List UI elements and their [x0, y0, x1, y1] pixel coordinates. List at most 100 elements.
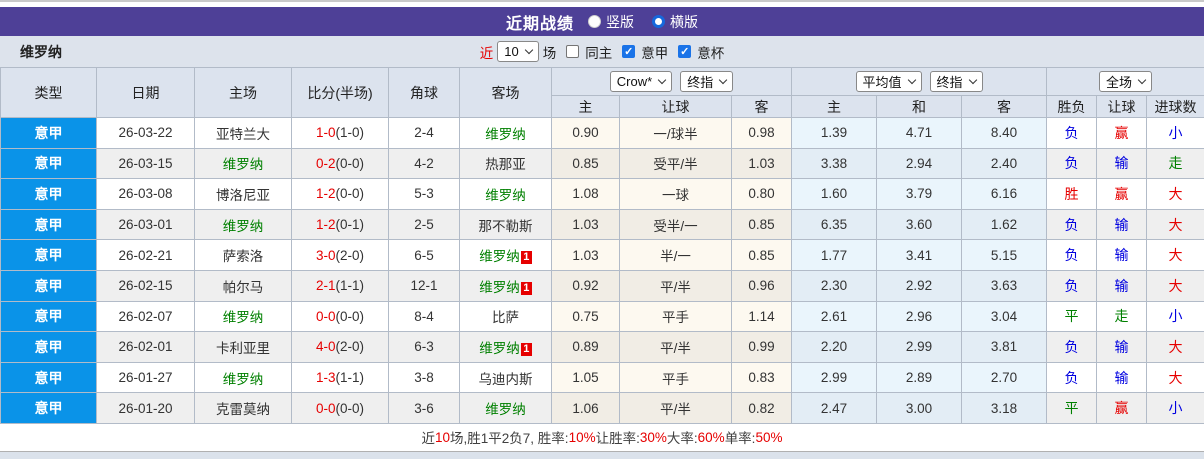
- avg-away-cell: 3.04: [962, 301, 1047, 332]
- away-odds-cell: 0.82: [732, 393, 792, 424]
- avg-draw-cell: 3.41: [877, 240, 962, 271]
- score-cell: 3-0(2-0): [292, 240, 389, 271]
- corner-cell: 6-3: [389, 332, 460, 363]
- radio-vertical-label: 竖版: [606, 12, 634, 32]
- handicap-cell: 一球: [620, 179, 732, 210]
- date-cell: 26-02-07: [97, 301, 195, 332]
- corner-cell: 2-5: [389, 209, 460, 240]
- away-odds-cell: 0.85: [732, 240, 792, 271]
- checkbox-italy-cup[interactable]: [678, 45, 691, 58]
- home-team-cell: 维罗纳: [195, 362, 292, 393]
- goals-result-cell: 大: [1147, 332, 1204, 363]
- away-team-cell: 比萨: [460, 301, 552, 332]
- scope-select[interactable]: 全场: [1099, 71, 1152, 92]
- result-cell: 负: [1047, 270, 1097, 301]
- corner-cell: 2-4: [389, 118, 460, 149]
- checkbox-serie-a[interactable]: [622, 45, 635, 58]
- radio-checked-icon[interactable]: [652, 15, 665, 28]
- date-cell: 26-03-15: [97, 148, 195, 179]
- header-corner: 角球: [389, 68, 460, 118]
- away-team-cell: 维罗纳: [460, 393, 552, 424]
- subheader-home-odds: 主: [552, 96, 620, 118]
- avg-draw-cell: 3.60: [877, 209, 962, 240]
- goals-result-cell: 小: [1147, 118, 1204, 149]
- checkbox-italy-cup-label: 意杯: [697, 42, 724, 62]
- radio-vertical-layout[interactable]: 竖版: [588, 12, 634, 32]
- corner-cell: 12-1: [389, 270, 460, 301]
- filters: 近 10 场 同主 意甲 意杯: [480, 41, 724, 62]
- score-cell: 0-0(0-0): [292, 301, 389, 332]
- handicap-result-cell: 赢: [1097, 118, 1147, 149]
- avg-home-cell: 2.30: [792, 270, 877, 301]
- avg-draw-cell: 2.94: [877, 148, 962, 179]
- goals-result-cell: 小: [1147, 393, 1204, 424]
- summary-segment: 60%: [698, 430, 725, 445]
- radio-unchecked-icon[interactable]: [588, 15, 601, 28]
- avg-home-cell: 3.38: [792, 148, 877, 179]
- odds-company-select[interactable]: Crow*: [610, 71, 672, 92]
- league-cell: 意甲: [1, 301, 97, 332]
- table-body: 意甲26-03-22亚特兰大1-0(1-0)2-4维罗纳0.90一/球半0.98…: [1, 118, 1204, 424]
- avg-away-cell: 1.62: [962, 209, 1047, 240]
- avg-draw-cell: 2.96: [877, 301, 962, 332]
- summary-segment: 让胜率:: [596, 427, 640, 447]
- corner-cell: 4-2: [389, 148, 460, 179]
- score-cell: 1-3(1-1): [292, 362, 389, 393]
- avg-home-cell: 1.77: [792, 240, 877, 271]
- match-row: 意甲26-02-15帕尔马2-1(1-1)12-1维罗纳10.92平/半0.96…: [1, 270, 1204, 301]
- date-cell: 26-01-27: [97, 362, 195, 393]
- header-type: 类型: [1, 68, 97, 118]
- chevron-down-icon: [1138, 76, 1146, 84]
- away-odds-cell: 0.83: [732, 362, 792, 393]
- result-cell: 平: [1047, 301, 1097, 332]
- odds-stage-select[interactable]: 终指: [680, 71, 733, 92]
- average-stage-select[interactable]: 终指: [930, 71, 983, 92]
- result-cell: 负: [1047, 362, 1097, 393]
- result-cell: 负: [1047, 209, 1097, 240]
- chevron-down-icon: [907, 76, 915, 84]
- score-cell: 0-2(0-0): [292, 148, 389, 179]
- avg-draw-cell: 3.00: [877, 393, 962, 424]
- chevron-down-icon: [524, 46, 532, 54]
- scope-section: 全场: [1047, 68, 1204, 96]
- results-table: 类型 日期 主场 比分(半场) 角球 客场 Crow* 终指: [0, 67, 1204, 424]
- handicap-result-cell: 输: [1097, 209, 1147, 240]
- summary-segment: 10: [435, 430, 450, 445]
- away-odds-cell: 0.96: [732, 270, 792, 301]
- home-team-cell: 帕尔马: [195, 270, 292, 301]
- result-cell: 负: [1047, 332, 1097, 363]
- recent-count-select[interactable]: 10: [497, 41, 538, 62]
- score-cell: 1-2(0-0): [292, 179, 389, 210]
- avg-away-cell: 2.70: [962, 362, 1047, 393]
- home-odds-cell: 0.75: [552, 301, 620, 332]
- score-cell: 2-1(1-1): [292, 270, 389, 301]
- corner-cell: 3-6: [389, 393, 460, 424]
- match-row: 意甲26-03-01维罗纳1-2(0-1)2-5那不勒斯1.03受半/一0.85…: [1, 209, 1204, 240]
- away-team-cell: 热那亚: [460, 148, 552, 179]
- goals-result-cell: 大: [1147, 240, 1204, 271]
- result-cell: 负: [1047, 240, 1097, 271]
- goals-result-cell: 大: [1147, 209, 1204, 240]
- summary-segment: 10%: [569, 430, 596, 445]
- away-odds-cell: 0.99: [732, 332, 792, 363]
- avg-away-cell: 3.81: [962, 332, 1047, 363]
- checkbox-same-home[interactable]: [566, 45, 579, 58]
- home-odds-cell: 1.05: [552, 362, 620, 393]
- league-cell: 意甲: [1, 362, 97, 393]
- match-row: 意甲26-02-01卡利亚里4-0(2-0)6-3维罗纳10.89平/半0.99…: [1, 332, 1204, 363]
- away-team-cell: 维罗纳1: [460, 270, 552, 301]
- chevron-down-icon: [719, 76, 727, 84]
- summary-segment: 场,胜1平2负7, 胜率:: [450, 427, 569, 447]
- average-select[interactable]: 平均值: [856, 71, 922, 92]
- avg-away-cell: 6.16: [962, 179, 1047, 210]
- handicap-result-cell: 输: [1097, 362, 1147, 393]
- handicap-cell: 平/半: [620, 393, 732, 424]
- radio-horizontal-layout[interactable]: 横版: [652, 12, 698, 32]
- home-odds-cell: 0.89: [552, 332, 620, 363]
- recent-count-value: 10: [504, 44, 518, 59]
- avg-home-cell: 1.39: [792, 118, 877, 149]
- league-cell: 意甲: [1, 148, 97, 179]
- handicap-cell: 一/球半: [620, 118, 732, 149]
- avg-away-cell: 2.40: [962, 148, 1047, 179]
- subheader-avg-home: 主: [792, 96, 877, 118]
